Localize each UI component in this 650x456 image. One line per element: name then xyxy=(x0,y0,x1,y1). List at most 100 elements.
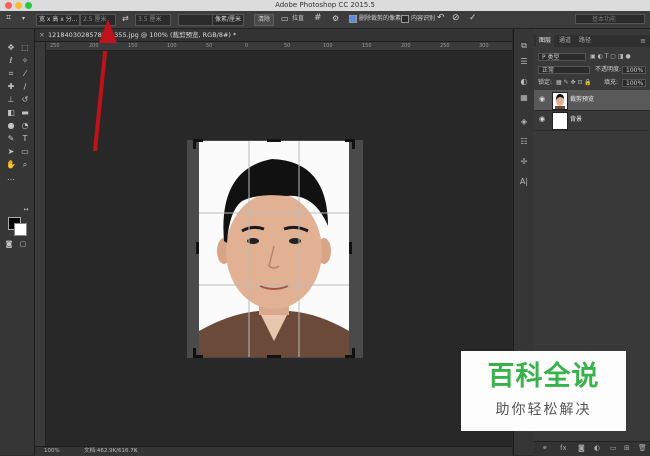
vertical-ruler xyxy=(35,42,46,446)
character-panel-icon[interactable]: A| xyxy=(518,177,530,187)
delete-cropped-checkbox[interactable]: 删除裁剪的像素 xyxy=(349,14,401,24)
crop-height-field[interactable]: 3.5 厘米 xyxy=(135,14,171,26)
history-brush-icon[interactable]: ↺ xyxy=(19,95,31,105)
path-selection-icon[interactable]: ➤ xyxy=(5,147,17,157)
opacity-label: 不透明度: xyxy=(595,66,622,73)
content-aware-checkbox[interactable]: 内容识别 xyxy=(401,14,435,24)
layer-name: 背景 xyxy=(570,116,583,123)
layer-thumbnail xyxy=(552,92,568,110)
shape-tool-icon[interactable]: ▭ xyxy=(19,147,31,157)
tool-preset-arrow-icon[interactable]: ▾ xyxy=(22,14,25,24)
panel-menu-icon[interactable]: ≡ xyxy=(640,35,646,47)
adjustments-panel-icon[interactable]: ◐ xyxy=(518,77,530,87)
pen-tool-icon[interactable]: ✎ xyxy=(5,134,17,144)
zoom-tool-icon[interactable]: ⌕ xyxy=(19,160,31,170)
type-tool-icon[interactable]: T xyxy=(19,134,31,144)
document-tab-title: 1218403028578824355.jpg @ 100% (裁剪预览, RG… xyxy=(48,31,237,39)
watermark-title: 百科全说 xyxy=(487,361,600,392)
panel-tabs: 图层 通道 路径 ≡ xyxy=(534,35,650,47)
crop-tool-icon[interactable]: ⌗ xyxy=(6,13,11,23)
annotation-arrow-head xyxy=(99,19,117,43)
close-tab-icon[interactable]: × xyxy=(39,29,45,41)
swatches-panel-icon[interactable]: ▦ xyxy=(518,93,530,103)
visibility-eye-icon[interactable]: ◉ xyxy=(539,115,545,123)
delete-cropped-label: 删除裁剪的像素 xyxy=(359,15,402,22)
screen-mode-icon[interactable]: ▢ xyxy=(17,239,29,249)
ruler-label: 100 xyxy=(167,43,177,49)
new-group-icon[interactable]: ▭ xyxy=(610,444,617,452)
ruler-label: 250 xyxy=(440,43,450,49)
resolution-unit-select[interactable]: 像素/厘米 xyxy=(212,14,245,26)
delete-layer-icon[interactable]: 🗑 xyxy=(638,444,647,452)
ruler-label: 250 xyxy=(50,43,60,49)
ruler-label: 0 xyxy=(245,43,249,49)
gradient-tool-icon[interactable]: ▬ xyxy=(19,108,31,118)
crop-preview[interactable] xyxy=(46,51,512,446)
properties-panel-icon[interactable]: ☰ xyxy=(518,57,530,67)
move-tool-icon[interactable]: ✥ xyxy=(5,43,17,53)
marquee-tool-icon[interactable]: ⬚ xyxy=(19,43,31,53)
ruler-label: 50 xyxy=(206,43,213,49)
document-canvas[interactable] xyxy=(46,51,512,446)
commit-crop-icon[interactable]: ✓ xyxy=(469,13,477,23)
annotation-arrow xyxy=(93,51,108,152)
straighten-button[interactable]: 拉直 xyxy=(292,14,304,24)
ruler-label: 150 xyxy=(128,43,138,49)
lock-icons[interactable]: ▦ ✎ ✥ ⊡ 🔒 xyxy=(556,78,592,87)
libraries-panel-icon[interactable]: ◈ xyxy=(518,117,530,127)
eyedropper-icon[interactable]: ⁄ xyxy=(19,69,31,79)
add-mask-icon[interactable]: ◙ xyxy=(578,444,585,452)
clear-button[interactable]: 清除 xyxy=(254,14,275,26)
dodge-tool-icon[interactable]: ◔ xyxy=(19,121,31,131)
tab-paths[interactable]: 路径 xyxy=(576,35,594,47)
tools-panel: ✥ ⬚ ℓ ✧ ⌗ ⁄ ✚ ∕ ⊥ ↺ ◧ ▬ ● ◔ ✎ T ➤ ▭ ✋ ⌕ … xyxy=(0,29,35,455)
content-aware-label: 内容识别 xyxy=(411,15,436,22)
overlay-grid-icon[interactable]: # xyxy=(314,13,322,23)
clone-stamp-icon[interactable]: ⊥ xyxy=(5,95,17,105)
hand-tool-icon[interactable]: ✋ xyxy=(5,160,17,170)
settings-gear-icon[interactable]: ⚙ xyxy=(332,14,339,24)
ruler-label: 150 xyxy=(362,43,372,49)
link-layers-icon[interactable]: ⚭ xyxy=(542,444,548,452)
styles-panel-icon[interactable]: ☷ xyxy=(518,137,530,147)
history-panel-icon[interactable]: ⧉ xyxy=(518,41,530,51)
brush-tool-icon[interactable]: ∕ xyxy=(19,82,31,92)
fill-value[interactable]: 100% xyxy=(622,79,646,87)
lock-label: 锁定: xyxy=(538,79,553,86)
adjustment-layer-icon[interactable]: ◐ xyxy=(594,444,600,452)
fill-label: 填充: xyxy=(604,79,619,86)
layer-style-icon[interactable]: fx xyxy=(560,444,567,452)
crop-tool-icon[interactable]: ⌗ xyxy=(5,69,17,79)
new-layer-icon[interactable]: ⊞ xyxy=(624,444,630,452)
layer-row-crop-preview[interactable]: ◉ 裁剪预览 xyxy=(534,90,650,111)
layer-name: 裁剪预览 xyxy=(570,96,595,103)
layer-row-background[interactable]: ◉ 背景 xyxy=(534,110,650,131)
visibility-eye-icon[interactable]: ◉ xyxy=(539,95,545,103)
layer-filter-icons[interactable]: ▣ ◐ T ▢ ◨ ● xyxy=(590,53,631,61)
background-color-swatch[interactable] xyxy=(14,223,27,236)
swap-arrows-icon[interactable]: ⇄ xyxy=(122,14,129,24)
tab-layers[interactable]: 图层 xyxy=(536,35,555,47)
ruler-label: 100 xyxy=(323,43,333,49)
layers-panel-footer: ⚭ fx ◙ ◐ ▭ ⊞ 🗑 xyxy=(534,441,650,456)
quick-mask-icon[interactable]: ◙ xyxy=(3,239,15,249)
reset-crop-icon[interactable]: ↶ xyxy=(437,13,445,23)
crop-ratio-select[interactable]: 宽 x 高 x 分... xyxy=(36,14,81,26)
straighten-icon[interactable]: ▭ xyxy=(281,14,289,24)
workspace-select[interactable]: 基本功能 xyxy=(575,14,645,24)
opacity-value[interactable]: 100% xyxy=(622,66,646,74)
healing-brush-icon[interactable]: ✚ xyxy=(5,82,17,92)
ruler-label: 200 xyxy=(401,43,411,49)
resolution-field[interactable] xyxy=(178,14,216,26)
layer-kind-filter[interactable]: P 类型 xyxy=(538,53,586,61)
swap-colors-icon[interactable]: ↔ xyxy=(20,205,32,215)
brushes-panel-icon[interactable]: ✢ xyxy=(518,157,530,167)
tab-channels[interactable]: 通道 xyxy=(556,35,574,47)
more-tools-icon[interactable]: … xyxy=(5,173,17,183)
eraser-tool-icon[interactable]: ◧ xyxy=(5,108,17,118)
blend-mode-select[interactable]: 正常 xyxy=(538,66,590,74)
magic-wand-icon[interactable]: ✧ xyxy=(19,56,31,66)
lasso-tool-icon[interactable]: ℓ xyxy=(5,56,17,66)
blur-tool-icon[interactable]: ● xyxy=(5,121,17,131)
cancel-crop-icon[interactable]: ⊘ xyxy=(452,13,460,23)
